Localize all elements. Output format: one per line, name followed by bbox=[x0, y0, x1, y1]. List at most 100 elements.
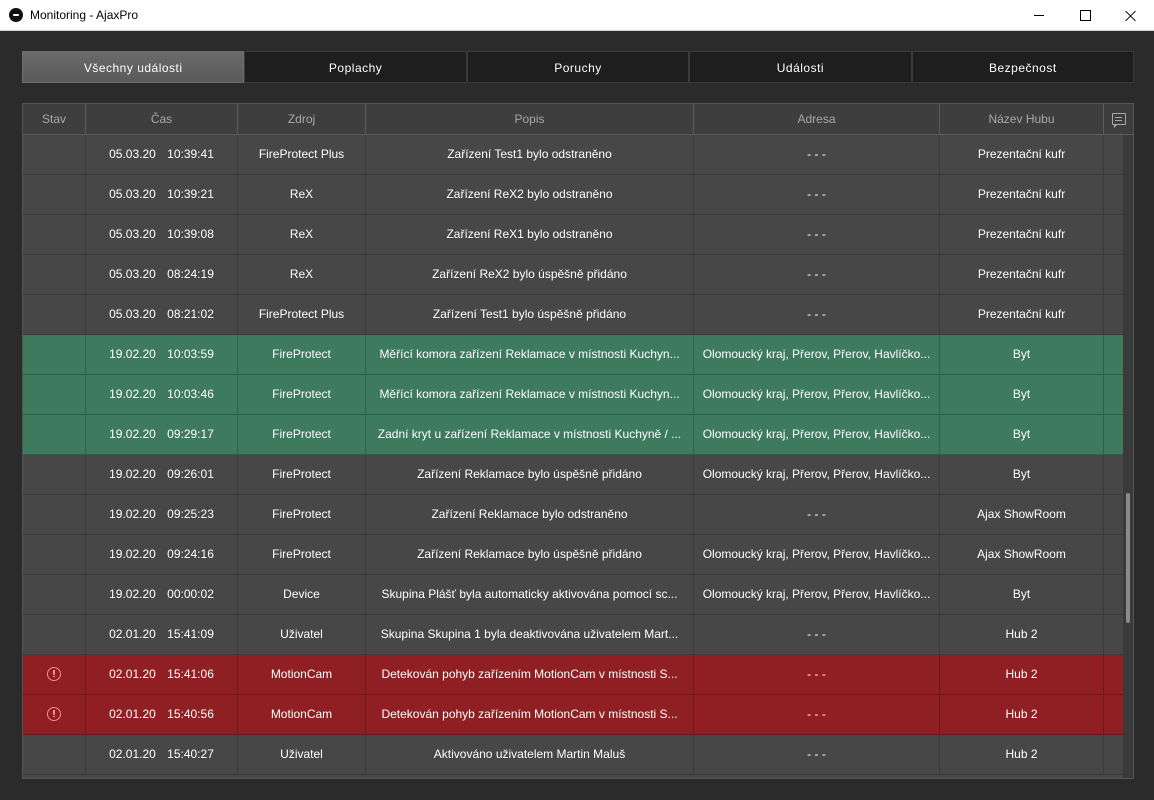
cell-time: 19.02.20 09:29:17 bbox=[86, 415, 238, 454]
cell-address: Olomoucký kraj, Přerov, Přerov, Havlíčko… bbox=[694, 375, 940, 414]
cell-hub-name: Byt bbox=[940, 335, 1104, 374]
tab-alarms[interactable]: Poplachy bbox=[244, 51, 467, 83]
cell-address: - - - bbox=[694, 615, 940, 654]
cell-description: Měřící komora zařízení Reklamace v místn… bbox=[366, 335, 694, 374]
vertical-scrollbar[interactable] bbox=[1123, 135, 1133, 778]
window-title: Monitoring - AjaxPro bbox=[30, 8, 139, 22]
table-row[interactable]: 19.02.20 09:25:23 FireProtect Zařízení Rek… bbox=[23, 495, 1123, 535]
cell-description: Zařízení Reklamace bylo odstraněno bbox=[366, 495, 694, 534]
cell-description: Zařízení ReX1 bylo odstraněno bbox=[366, 215, 694, 254]
cell-time: 05.03.20 08:21:02 bbox=[86, 295, 238, 334]
table-row[interactable]: 02.01.20 15:40:56 MotionCam Detekován pohy… bbox=[23, 695, 1123, 735]
cell-status bbox=[23, 335, 86, 374]
cell-time: 19.02.20 10:03:46 bbox=[86, 375, 238, 414]
cell-spacer bbox=[1104, 455, 1123, 494]
cell-spacer bbox=[1104, 495, 1123, 534]
cell-status bbox=[23, 215, 86, 254]
scrollbar-thumb[interactable] bbox=[1126, 493, 1130, 623]
cell-time: 19.02.20 09:26:01 bbox=[86, 455, 238, 494]
table-row[interactable]: 19.02.20 09:26:01 FireProtect Zařízení Rek… bbox=[23, 455, 1123, 495]
cell-status bbox=[23, 455, 86, 494]
cell-status bbox=[23, 535, 86, 574]
tab-events[interactable]: Události bbox=[689, 51, 912, 83]
column-header-hub-name[interactable]: Název Hubu bbox=[940, 104, 1104, 134]
app-logo-icon bbox=[9, 8, 23, 22]
cell-description: Skupina Skupina 1 byla deaktivována uživ… bbox=[366, 615, 694, 654]
cell-time: 05.03.20 10:39:41 bbox=[86, 135, 238, 174]
table-row[interactable]: 19.02.20 09:24:16 FireProtect Zařízení Rek… bbox=[23, 535, 1123, 575]
cell-spacer bbox=[1104, 255, 1123, 294]
tab-malfunctions[interactable]: Poruchy bbox=[466, 51, 690, 83]
table-row[interactable]: 19.02.20 00:00:02 Device Skupina Plášť byl… bbox=[23, 575, 1123, 615]
cell-status bbox=[23, 655, 86, 694]
cell-source: ReX bbox=[238, 175, 366, 214]
table-row[interactable]: 05.03.20 10:39:08 ReX Zařízení ReX1 bylo o… bbox=[23, 215, 1123, 255]
cell-address: - - - bbox=[694, 175, 940, 214]
cell-address: Olomoucký kraj, Přerov, Přerov, Havlíčko… bbox=[694, 535, 940, 574]
column-header-source[interactable]: Zdroj bbox=[238, 104, 366, 134]
cell-address: - - - bbox=[694, 215, 940, 254]
column-header-description[interactable]: Popis bbox=[366, 104, 694, 134]
cell-spacer bbox=[1104, 535, 1123, 574]
cell-time: 05.03.20 10:39:21 bbox=[86, 175, 238, 214]
cell-status bbox=[23, 495, 86, 534]
cell-hub-name: Prezentační kufr bbox=[940, 295, 1104, 334]
cell-source: ReX bbox=[238, 255, 366, 294]
cell-hub-name: Hub 2 bbox=[940, 735, 1104, 774]
cell-status bbox=[23, 575, 86, 614]
cell-hub-name: Ajax ShowRoom bbox=[940, 535, 1104, 574]
table-row[interactable]: 02.01.20 15:40:27 Uživatel Aktivováno uživ… bbox=[23, 735, 1123, 775]
cell-time: 05.03.20 10:39:08 bbox=[86, 215, 238, 254]
cell-hub-name: Prezentační kufr bbox=[940, 135, 1104, 174]
table-row[interactable]: 05.03.20 10:39:41 FireProtect Plus Zařízen… bbox=[23, 135, 1123, 175]
maximize-button[interactable] bbox=[1062, 0, 1108, 31]
events-table: Stav Čas Zdroj Popis Adresa Název Hubu 0… bbox=[22, 103, 1134, 779]
table-row[interactable]: 19.02.20 09:29:17 FireProtect Zadní kryt u… bbox=[23, 415, 1123, 455]
minimize-button[interactable] bbox=[1016, 0, 1062, 31]
table-row[interactable]: 05.03.20 08:21:02 FireProtect Plus Zařízen… bbox=[23, 295, 1123, 335]
tab-all-events[interactable]: Všechny události bbox=[22, 51, 245, 83]
cell-hub-name: Byt bbox=[940, 375, 1104, 414]
table-row[interactable]: 02.01.20 15:41:06 MotionCam Detekován pohy… bbox=[23, 655, 1123, 695]
cell-description: Detekován pohyb zařízením MotionCam v mí… bbox=[366, 655, 694, 694]
cell-address: Olomoucký kraj, Přerov, Přerov, Havlíčko… bbox=[694, 575, 940, 614]
cell-source: FireProtect bbox=[238, 455, 366, 494]
cell-address: Olomoucký kraj, Přerov, Přerov, Havlíčko… bbox=[694, 415, 940, 454]
cell-status bbox=[23, 735, 86, 774]
cell-description: Zařízení ReX2 bylo odstraněno bbox=[366, 175, 694, 214]
cell-description: Měřící komora zařízení Reklamace v místn… bbox=[366, 375, 694, 414]
cell-status bbox=[23, 295, 86, 334]
cell-time: 02.01.20 15:40:56 bbox=[86, 695, 238, 734]
cell-address: - - - bbox=[694, 135, 940, 174]
close-button[interactable] bbox=[1108, 0, 1154, 31]
alarm-exclamation-icon bbox=[47, 666, 61, 681]
cell-address: Olomoucký kraj, Přerov, Přerov, Havlíčko… bbox=[694, 455, 940, 494]
comment-icon bbox=[1111, 113, 1126, 128]
cell-description: Detekován pohyb zařízením MotionCam v mí… bbox=[366, 695, 694, 734]
cell-description: Zařízení Reklamace bylo úspěšně přidáno bbox=[366, 455, 694, 494]
cell-spacer bbox=[1104, 655, 1123, 694]
cell-spacer bbox=[1104, 735, 1123, 774]
column-chooser-button[interactable] bbox=[1104, 104, 1133, 134]
cell-status bbox=[23, 695, 86, 734]
table-row[interactable]: 02.01.20 15:41:09 Uživatel Skupina Skupina… bbox=[23, 615, 1123, 655]
tab-security[interactable]: Bezpečnost bbox=[911, 51, 1135, 83]
cell-address: - - - bbox=[694, 655, 940, 694]
table-row[interactable]: 19.02.20 10:03:59 FireProtect Měřící komor… bbox=[23, 335, 1123, 375]
column-header-address[interactable]: Adresa bbox=[694, 104, 940, 134]
cell-hub-name: Prezentační kufr bbox=[940, 255, 1104, 294]
cell-spacer bbox=[1104, 695, 1123, 734]
cell-time: 02.01.20 15:41:06 bbox=[86, 655, 238, 694]
cell-address: - - - bbox=[694, 295, 940, 334]
cell-source: MotionCam bbox=[238, 695, 366, 734]
column-header-status[interactable]: Stav bbox=[23, 104, 86, 134]
cell-status bbox=[23, 135, 86, 174]
cell-source: FireProtect Plus bbox=[238, 135, 366, 174]
column-header-time[interactable]: Čas bbox=[86, 104, 238, 134]
cell-description: Zařízení Reklamace bylo úspěšně přidáno bbox=[366, 535, 694, 574]
cell-address: - - - bbox=[694, 735, 940, 774]
table-row[interactable]: 19.02.20 10:03:46 FireProtect Měřící komor… bbox=[23, 375, 1123, 415]
table-row[interactable]: 05.03.20 10:39:21 ReX Zařízení ReX2 bylo o… bbox=[23, 175, 1123, 215]
cell-description: Zařízení ReX2 bylo úspěšně přidáno bbox=[366, 255, 694, 294]
table-row[interactable]: 05.03.20 08:24:19 ReX Zařízení ReX2 bylo ú… bbox=[23, 255, 1123, 295]
